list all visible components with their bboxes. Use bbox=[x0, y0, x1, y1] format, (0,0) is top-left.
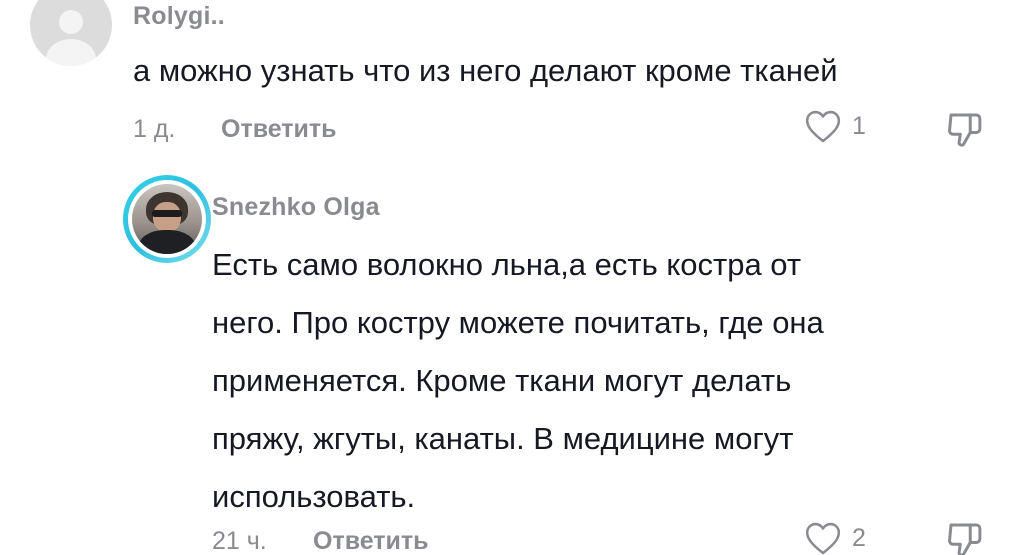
reply-text-line: Есть само волокно льна,а есть костра от bbox=[212, 247, 802, 282]
comment-text: а можно узнать что из него делают кроме … bbox=[133, 53, 838, 88]
comments-screen: Rolygi.. а можно узнать что из него дела… bbox=[0, 0, 1024, 555]
comment-timestamp: 1 д. bbox=[133, 115, 176, 143]
reply-like-button[interactable]: 2 bbox=[804, 520, 866, 555]
reply-text-line: использовать. bbox=[212, 479, 416, 514]
reply-text: Есть само волокно льна,а есть костра от … bbox=[212, 236, 824, 526]
avatar-coat bbox=[138, 230, 196, 254]
reply-text-line: него. Про костру можете почитать, где он… bbox=[212, 305, 824, 340]
reply-text-line: применяется. Кроме ткани могут делать bbox=[212, 363, 792, 398]
reply-button[interactable]: Ответить bbox=[221, 115, 337, 144]
reply-timestamp: 21 ч. bbox=[212, 527, 267, 555]
reply-reply-button[interactable]: Ответить bbox=[313, 527, 429, 555]
avatar-body-shape bbox=[46, 39, 96, 66]
heart-outline-icon bbox=[805, 522, 841, 555]
avatar-photo bbox=[132, 184, 202, 254]
thumbs-down-outline-icon[interactable] bbox=[944, 518, 986, 555]
reply-avatar[interactable] bbox=[123, 175, 211, 263]
like-count: 1 bbox=[852, 111, 866, 140]
avatar-glasses bbox=[152, 210, 182, 217]
reply-username[interactable]: Snezhko Olga bbox=[212, 193, 380, 222]
avatar-head-shape bbox=[59, 10, 83, 34]
thumbs-down-outline-icon[interactable] bbox=[944, 108, 986, 150]
comment-username[interactable]: Rolygi.. bbox=[133, 2, 225, 31]
avatar-face bbox=[153, 202, 181, 232]
like-button[interactable]: 1 bbox=[804, 108, 866, 144]
heart-outline-icon bbox=[805, 110, 841, 143]
avatar-default[interactable] bbox=[30, 0, 112, 66]
like-count: 2 bbox=[852, 523, 866, 552]
reply-text-line: пряжу, жгуты, канаты. В медицине могут bbox=[212, 421, 794, 456]
